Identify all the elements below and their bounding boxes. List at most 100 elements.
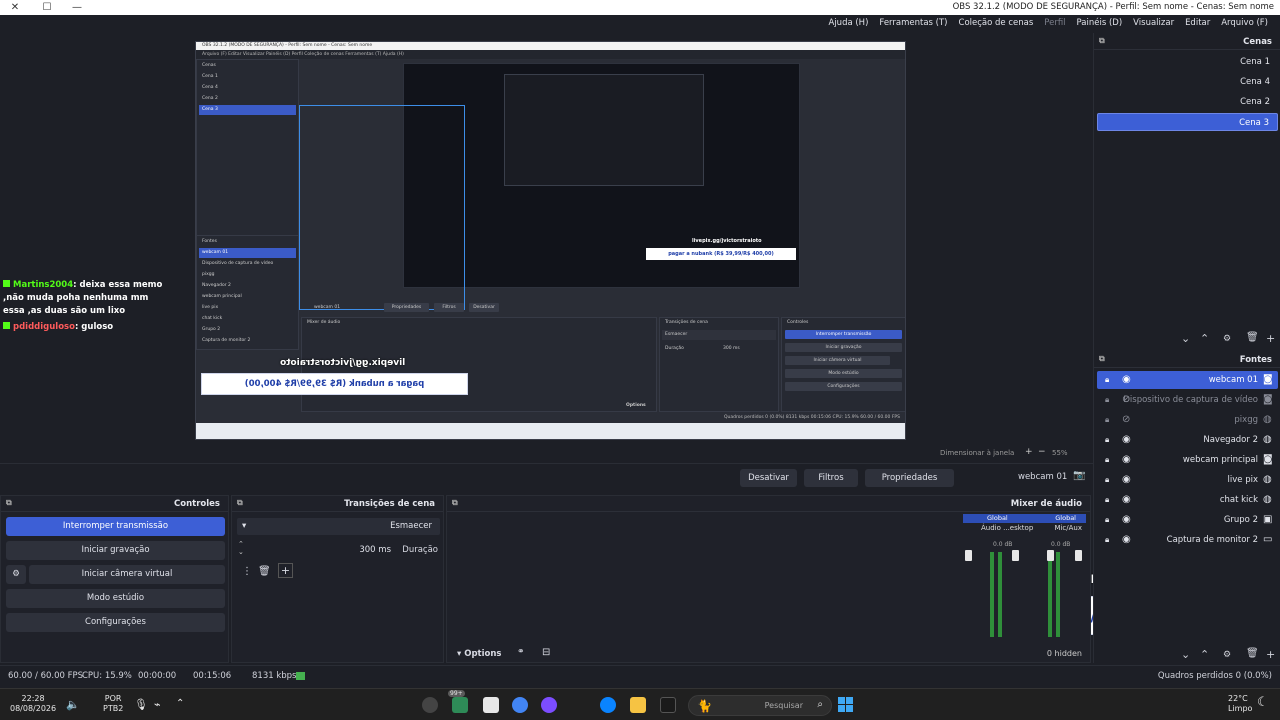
volume-slider-handle[interactable]: [1075, 550, 1082, 561]
lock-icon[interactable]: 🔒︎: [1105, 511, 1109, 529]
layout-icon[interactable]: ⊟: [542, 647, 550, 658]
volume-slider-handle[interactable]: [1012, 550, 1019, 561]
settings-button[interactable]: Configurações: [6, 613, 225, 632]
terminal-icon[interactable]: [660, 697, 676, 713]
add-icon[interactable]: +: [278, 563, 293, 578]
windows-start-icon[interactable]: [838, 697, 854, 713]
source-item[interactable]: 🔒︎ ⊘ Dispositivo de captura de vídeo ◙: [1097, 391, 1278, 409]
menu-item[interactable]: Ajuda (H): [829, 18, 869, 28]
filters-button[interactable]: Filtros: [804, 469, 858, 487]
start-virtual-camera-button[interactable]: Iniciar câmera virtual: [29, 565, 225, 584]
volume-slider-handle[interactable]: [1047, 550, 1054, 561]
edge-icon[interactable]: [600, 697, 616, 713]
start-recording-button[interactable]: Iniciar gravação: [6, 541, 225, 560]
float-dock-icon[interactable]: ⧉: [1099, 354, 1105, 364]
lock-icon[interactable]: 🔒︎: [1105, 491, 1109, 509]
source-item[interactable]: 🔒︎ ◉ chat kick ◍: [1097, 491, 1278, 509]
lock-icon[interactable]: 🔒︎: [1105, 371, 1109, 389]
source-item[interactable]: 🔒︎ ◉ Grupo 2 ▣: [1097, 511, 1278, 529]
trash-icon[interactable]: 🗑: [258, 566, 271, 577]
mixer-options-button[interactable]: ▾ Options: [457, 649, 501, 659]
lock-icon[interactable]: 🔒︎: [1105, 471, 1109, 489]
scene-filter-icon[interactable]: ⚙: [1223, 334, 1231, 344]
chevron-down-icon[interactable]: ⌄: [1181, 332, 1190, 345]
menu-item[interactable]: Coleção de cenas: [959, 18, 1034, 28]
float-dock-icon[interactable]: ⧉: [452, 498, 458, 508]
trash-icon[interactable]: 🗑: [1246, 648, 1259, 659]
source-settings-icon[interactable]: ⚙: [1223, 650, 1231, 660]
eye-hidden-icon[interactable]: ⊘: [1122, 411, 1130, 429]
obs-icon[interactable]: [422, 697, 438, 713]
source-item[interactable]: 🔒︎ ◉ Captura de monitor 2 ▭: [1097, 531, 1278, 549]
scene-item[interactable]: Cena 2: [1097, 93, 1278, 111]
microphone-icon[interactable]: 🎙: [134, 698, 148, 711]
transition-select[interactable]: ▾ Esmaecer: [237, 518, 440, 535]
language-indicator[interactable]: POR PTB2: [103, 694, 123, 714]
link-icon[interactable]: ⚭: [517, 647, 525, 657]
lock-icon[interactable]: 🔒︎: [1105, 431, 1109, 449]
float-dock-icon[interactable]: ⧉: [237, 498, 243, 508]
chevron-down-icon[interactable]: ⌄: [1181, 648, 1190, 661]
properties-button[interactable]: Propriedades: [865, 469, 954, 487]
chevron-up-icon[interactable]: ⌃: [176, 698, 184, 709]
volume-slider-handle[interactable]: [965, 550, 972, 561]
scene-item[interactable]: Cena 4: [1097, 73, 1278, 91]
eye-icon[interactable]: ◉: [1122, 451, 1131, 469]
preview-canvas[interactable]: OBS 32.1.2 (MODO DE SEGURANÇA) - Perfil:…: [195, 41, 906, 440]
source-item[interactable]: 🔒︎ ⊘ pixgg ◍: [1097, 411, 1278, 429]
eye-icon[interactable]: ◉: [1122, 531, 1131, 549]
add-icon[interactable]: +: [1266, 648, 1275, 661]
maximize-button[interactable]: ☐: [32, 0, 62, 15]
browser-icon[interactable]: [541, 697, 557, 713]
lock-icon[interactable]: 🔒︎: [1105, 531, 1109, 549]
whatsapp-icon[interactable]: [452, 697, 468, 713]
eye-icon[interactable]: ◉: [1122, 431, 1131, 449]
float-dock-icon[interactable]: ⧉: [1099, 36, 1105, 46]
zoom-in-icon[interactable]: +: [1025, 447, 1033, 457]
add-icon[interactable]: +: [1266, 332, 1275, 345]
source-item[interactable]: 🔒︎ ◉ live pix ◍: [1097, 471, 1278, 489]
weather-widget[interactable]: 22°C Limpo: [1228, 694, 1252, 714]
scale-to-window-label[interactable]: Dimensionar à janela: [940, 449, 1014, 457]
trash-icon[interactable]: 🗑: [1246, 332, 1259, 343]
eye-icon[interactable]: ◉: [1122, 491, 1131, 509]
close-window-button[interactable]: ✕: [0, 0, 30, 15]
stop-streaming-button[interactable]: Interromper transmissão: [6, 517, 225, 536]
eye-icon[interactable]: ◉: [1122, 471, 1131, 489]
menu-item[interactable]: Ferramentas (T): [879, 18, 947, 28]
menu-item[interactable]: Painéis (D): [1077, 18, 1123, 28]
zoom-out-icon[interactable]: −: [1038, 447, 1046, 457]
lock-icon[interactable]: 🔒︎: [1105, 411, 1109, 429]
menu-item[interactable]: Arquivo (F): [1221, 18, 1268, 28]
eye-icon[interactable]: ◉: [1122, 371, 1131, 389]
lock-icon[interactable]: 🔒︎: [1105, 451, 1109, 469]
source-item[interactable]: 🔒︎ ◉ webcam principal ◙: [1097, 451, 1278, 469]
scene-item[interactable]: Cena 1: [1097, 53, 1278, 71]
taskbar-search[interactable]: 🐈 Pesquisar ⌕: [688, 695, 832, 716]
network-icon[interactable]: ⌁: [154, 698, 161, 711]
source-name: chat kick: [1219, 495, 1258, 505]
chevron-up-icon[interactable]: ⌃: [1200, 332, 1209, 345]
menu-item[interactable]: Editar: [1185, 18, 1210, 28]
clock[interactable]: 22:28 08/08/2026: [10, 694, 56, 714]
minimize-button[interactable]: —: [62, 0, 92, 15]
menu-item[interactable]: Perfil: [1044, 18, 1065, 28]
menu-bar: Arquivo (F) Editar Visualizar Painéis (D) Pe…: [0, 15, 1280, 33]
float-dock-icon[interactable]: ⧉: [6, 498, 12, 508]
menu-item[interactable]: Visualizar: [1133, 18, 1174, 28]
studio-mode-button[interactable]: Modo estúdio: [6, 589, 225, 608]
source-item[interactable]: 🔒︎ ◉ Navegador 2 ◍: [1097, 431, 1278, 449]
chrome-icon[interactable]: [512, 697, 528, 713]
deactivate-button[interactable]: Desativar: [740, 469, 797, 487]
scene-item-active[interactable]: Cena 3: [1097, 113, 1278, 131]
source-item[interactable]: 🔒︎ ◉ webcam 01 ◙: [1097, 371, 1278, 389]
lock-icon[interactable]: 🔒︎: [1105, 391, 1109, 409]
app-icon[interactable]: [483, 697, 499, 713]
file-explorer-icon[interactable]: [630, 697, 646, 713]
chevron-up-icon[interactable]: ⌃: [1200, 648, 1209, 661]
more-options-icon[interactable]: ⋮: [242, 566, 252, 577]
duration-field[interactable]: 300 ms: [237, 542, 397, 559]
virtual-camera-settings-icon[interactable]: ⚙: [6, 565, 26, 584]
speaker-icon[interactable]: 🔈: [66, 698, 80, 711]
eye-icon[interactable]: ◉: [1122, 511, 1131, 529]
